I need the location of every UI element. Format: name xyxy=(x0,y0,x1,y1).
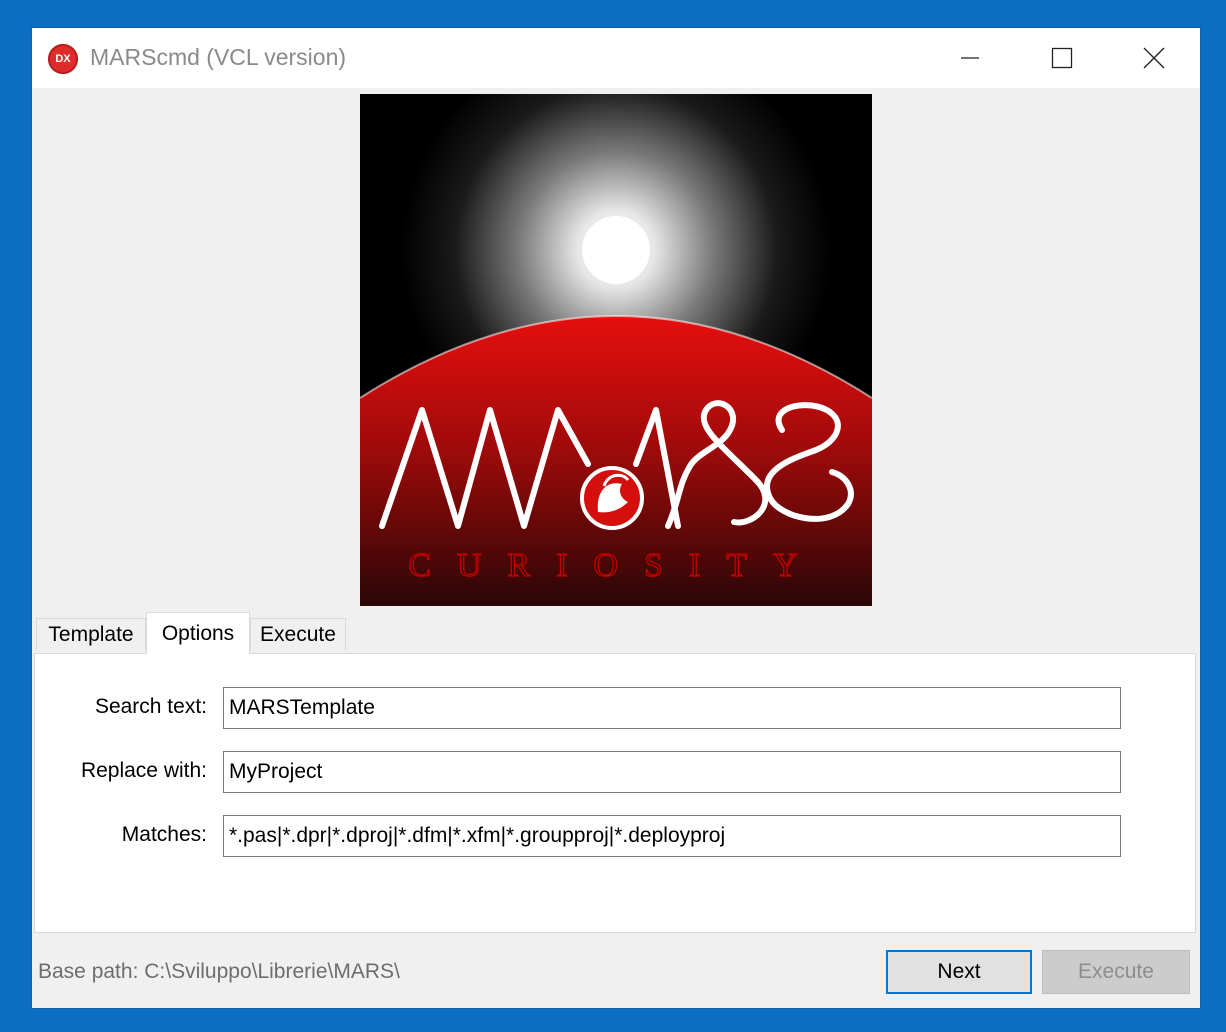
matches-label: Matches: xyxy=(121,823,207,846)
maximize-icon xyxy=(1051,47,1073,69)
minimize-button[interactable] xyxy=(924,28,1016,88)
close-icon xyxy=(1143,47,1165,69)
execute-button[interactable]: Execute xyxy=(1042,950,1190,994)
search-text-label: Search text: xyxy=(94,695,207,718)
replace-with-input[interactable] xyxy=(223,751,1121,793)
minimize-icon xyxy=(961,57,979,59)
logo-subtitle: CURIOSITY xyxy=(408,547,823,584)
mars-curiosity-logo: CURIOSITY xyxy=(360,94,872,606)
close-button[interactable] xyxy=(1108,28,1200,88)
delphi-dx-icon[interactable]: DX xyxy=(48,44,78,74)
window-title: MARScmd (VCL version) xyxy=(90,44,347,70)
app-window: DX MARScmd (VCL version) CURIOSITY Templ… xyxy=(32,28,1200,1008)
matches-input[interactable] xyxy=(223,815,1121,857)
options-panel: Search text: Replace with: Matches: xyxy=(34,653,1196,933)
search-text-input[interactable] xyxy=(223,687,1121,729)
title-bar[interactable]: DX MARScmd (VCL version) xyxy=(32,28,1200,88)
moon xyxy=(582,216,650,284)
replace-with-label: Replace with: xyxy=(80,759,207,782)
tab-options[interactable]: Options xyxy=(146,612,250,654)
tab-template[interactable]: Template xyxy=(36,618,146,650)
tab-execute[interactable]: Execute xyxy=(250,618,346,650)
helmet-badge-icon xyxy=(580,466,644,530)
base-path-status: Base path: C:\Sviluppo\Librerie\MARS\ xyxy=(38,960,400,983)
next-button[interactable]: Next xyxy=(886,950,1032,994)
maximize-button[interactable] xyxy=(1016,28,1108,88)
